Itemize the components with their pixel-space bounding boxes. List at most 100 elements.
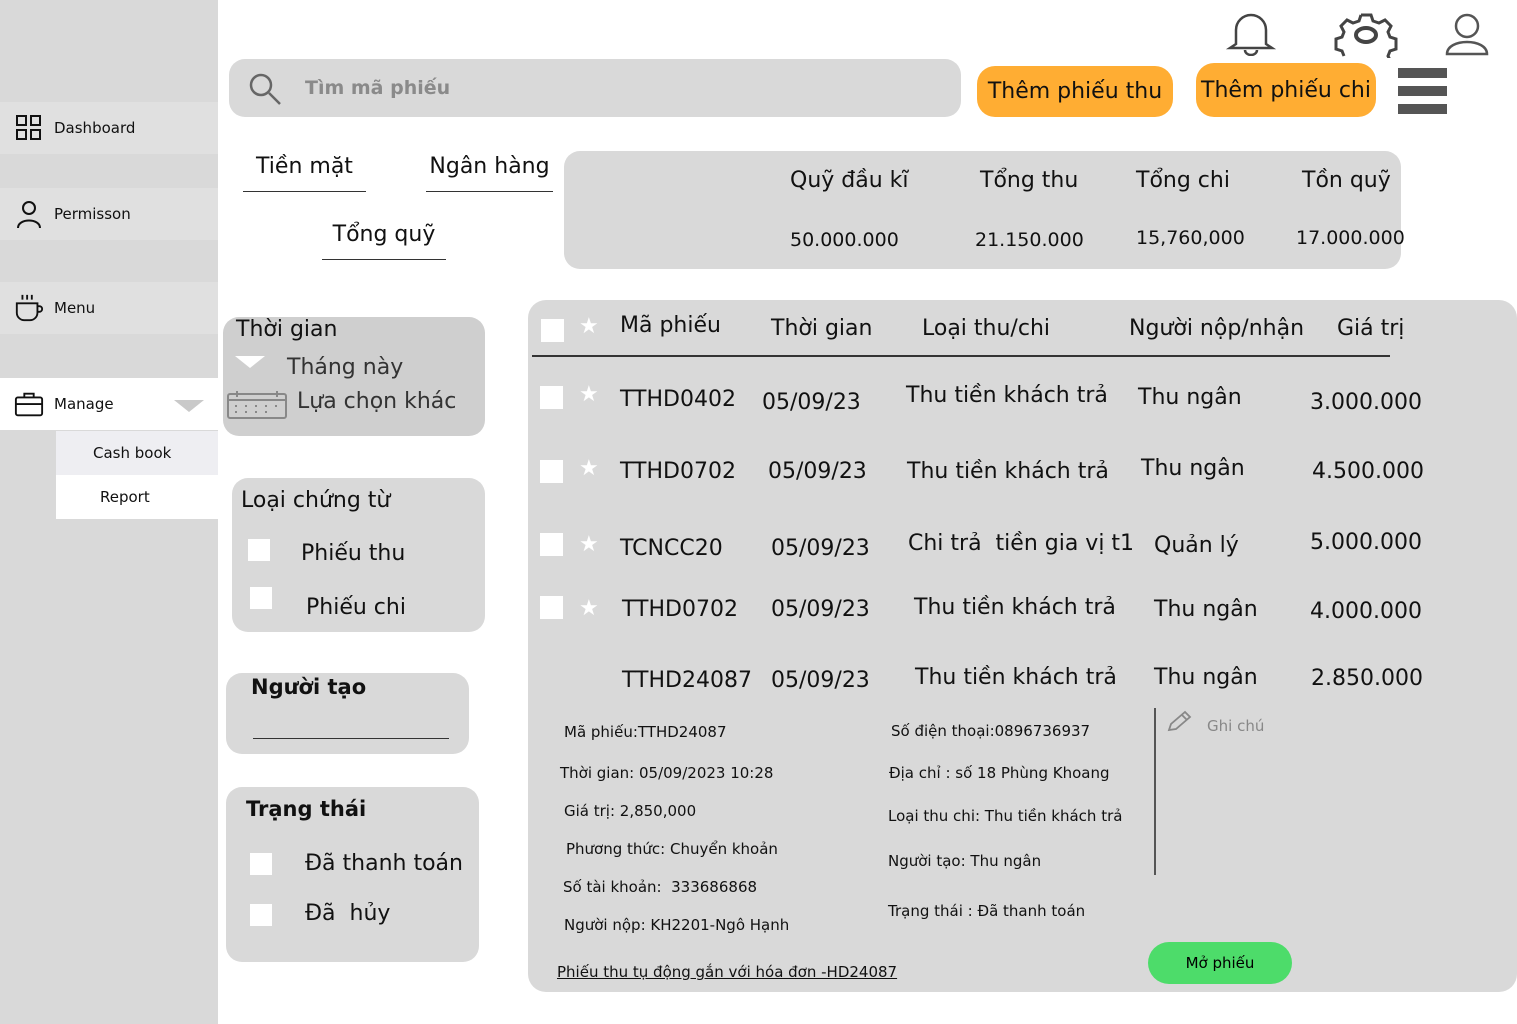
star-icon[interactable]: ★ xyxy=(579,598,599,620)
row-code: TTHD0702 xyxy=(620,459,736,484)
search-input[interactable] xyxy=(305,73,905,103)
receipt-option-label: Phiếu thu xyxy=(301,541,406,566)
total-expense-value: 15,760,000 xyxy=(1136,227,1245,249)
paid-option-label: Đã thanh toán xyxy=(305,851,463,876)
detail-method: Phương thức: Chuyển khoản xyxy=(566,840,778,858)
bell-icon[interactable] xyxy=(1224,8,1278,60)
row-date: 05/09/23 xyxy=(771,597,870,622)
total-income-value: 21.150.000 xyxy=(975,229,1084,251)
doc-type-filter-card: Loại chứng từ Phiếu thu Phiếu chi xyxy=(232,478,485,632)
row-value: 4.500.000 xyxy=(1312,459,1424,484)
sidebar-item-menu[interactable]: Menu xyxy=(0,282,218,334)
detail-code: Mã phiếu:TTHD24087 xyxy=(564,723,727,741)
row-value: 4.000.000 xyxy=(1310,599,1422,624)
row-code: TTHD24087 xyxy=(622,668,752,693)
sidebar-subitem-label: Report xyxy=(100,488,150,506)
row-checkbox[interactable] xyxy=(540,460,563,483)
total-income-label: Tổng thu xyxy=(980,168,1079,193)
add-receipt-button[interactable]: Thêm phiếu thu xyxy=(977,66,1173,117)
tab-cash[interactable]: Tiền mặt xyxy=(243,154,366,192)
row-person: Thu ngân xyxy=(1141,456,1245,481)
tab-total-fund[interactable]: Tổng quỹ xyxy=(322,222,446,260)
search-bar[interactable] xyxy=(229,59,961,117)
sidebar-item-manage[interactable]: Manage xyxy=(0,378,218,430)
detail-status: Trạng thái : Đã thanh toán xyxy=(888,902,1086,920)
creator-filter-card: Người tạo xyxy=(226,673,469,754)
row-checkbox[interactable] xyxy=(540,533,563,556)
briefcase-icon xyxy=(14,389,44,419)
total-expense-label: Tổng chi xyxy=(1136,168,1230,193)
paid-checkbox[interactable] xyxy=(250,853,272,875)
star-icon[interactable]: ★ xyxy=(579,458,599,480)
opening-balance-value: 50.000.000 xyxy=(790,229,899,251)
grid-icon xyxy=(14,113,44,143)
star-icon[interactable]: ★ xyxy=(579,534,599,556)
triangle-down-icon[interactable] xyxy=(235,355,265,374)
chevron-down-icon[interactable] xyxy=(174,398,204,416)
detail-value: Giá trị: 2,850,000 xyxy=(564,802,697,820)
star-icon[interactable]: ★ xyxy=(579,384,599,406)
header-type[interactable]: Loại thu/chi xyxy=(922,316,1050,341)
fund-balance-label: Tồn quỹ xyxy=(1302,168,1391,193)
hamburger-menu-icon[interactable] xyxy=(1398,68,1448,120)
sidebar-item-permission[interactable]: Permisson xyxy=(0,188,218,240)
row-date: 05/09/23 xyxy=(771,536,870,561)
row-code: TTHD0702 xyxy=(622,597,738,622)
time-filter-title: Thời gian xyxy=(236,317,338,342)
calendar-icon[interactable] xyxy=(227,391,287,423)
row-code: TTHD0402 xyxy=(620,387,736,412)
row-date: 05/09/23 xyxy=(768,459,867,484)
header-time[interactable]: Thời gian xyxy=(771,316,872,341)
row-checkbox[interactable] xyxy=(540,596,563,619)
row-person: Thu ngân xyxy=(1154,597,1258,622)
time-filter-card: Thời gian Tháng này Lựa chọn khác xyxy=(223,317,485,436)
pencil-icon[interactable] xyxy=(1166,710,1194,738)
time-filter-custom[interactable]: Lựa chọn khác xyxy=(297,389,456,414)
header-person[interactable]: Người nộp/nhận xyxy=(1129,316,1304,341)
cancelled-checkbox[interactable] xyxy=(250,904,272,926)
sidebar-item-label: Menu xyxy=(54,299,96,317)
row-date: 05/09/23 xyxy=(771,668,870,693)
note-input[interactable]: Ghi chú xyxy=(1207,717,1264,735)
payment-checkbox[interactable] xyxy=(250,587,272,609)
row-person: Thu ngân xyxy=(1154,665,1258,690)
detail-phone: Số điện thoại:0896736937 xyxy=(891,722,1091,740)
add-payment-button[interactable]: Thêm phiếu chi xyxy=(1196,63,1376,117)
cashbook-table: ★ Mã phiếu Thời gian Loại thu/chi Người … xyxy=(528,300,1517,992)
row-type: Thu tiền khách trả xyxy=(907,459,1109,484)
tab-bank[interactable]: Ngân hàng xyxy=(426,154,553,192)
sidebar-item-label: Permisson xyxy=(54,205,131,223)
sidebar: Dashboard Permisson Menu Manage Cash boo… xyxy=(0,0,218,1024)
open-voucher-button[interactable]: Mở phiếu xyxy=(1148,942,1292,984)
sidebar-item-label: Dashboard xyxy=(54,119,136,137)
row-checkbox[interactable] xyxy=(540,386,563,409)
row-person: Quản lý xyxy=(1154,533,1239,558)
header-divider xyxy=(532,355,1390,357)
payment-option-label: Phiếu chi xyxy=(306,595,406,620)
sidebar-subitem-label: Cash book xyxy=(93,444,172,462)
star-icon[interactable]: ★ xyxy=(579,316,599,338)
account-icon[interactable] xyxy=(1442,12,1492,60)
row-type: Thu tiền khách trả xyxy=(906,383,1108,408)
select-all-checkbox[interactable] xyxy=(541,319,564,342)
sidebar-subitem-cash-book[interactable]: Cash book xyxy=(56,431,218,475)
detail-account: Số tài khoản: 333686868 xyxy=(563,878,758,896)
status-filter-card: Trạng thái Đã thanh toán Đã hủy xyxy=(226,787,479,962)
gear-icon[interactable] xyxy=(1334,12,1398,70)
linked-invoice-link[interactable]: Phiếu thu tụ động gắn với hóa đơn -HD240… xyxy=(557,963,897,981)
user-icon xyxy=(14,199,44,229)
row-date: 05/09/23 xyxy=(762,390,861,415)
detail-address: Địa chỉ : số 18 Phùng Khoang xyxy=(889,764,1110,782)
creator-input[interactable] xyxy=(253,721,449,739)
sidebar-item-dashboard[interactable]: Dashboard xyxy=(0,102,218,154)
receipt-checkbox[interactable] xyxy=(248,539,270,561)
header-code[interactable]: Mã phiếu xyxy=(620,313,721,338)
row-value: 2.850.000 xyxy=(1311,666,1423,691)
header-value[interactable]: Giá trị xyxy=(1337,316,1404,341)
sidebar-subitem-report[interactable]: Report xyxy=(56,475,218,519)
detail-time: Thời gian: 05/09/2023 10:28 xyxy=(560,764,774,782)
detail-payer: Người nộp: KH2201-Ngô Hạnh xyxy=(564,916,790,934)
time-filter-selected[interactable]: Tháng này xyxy=(287,355,403,380)
cup-icon xyxy=(14,293,44,323)
search-icon xyxy=(247,71,283,111)
